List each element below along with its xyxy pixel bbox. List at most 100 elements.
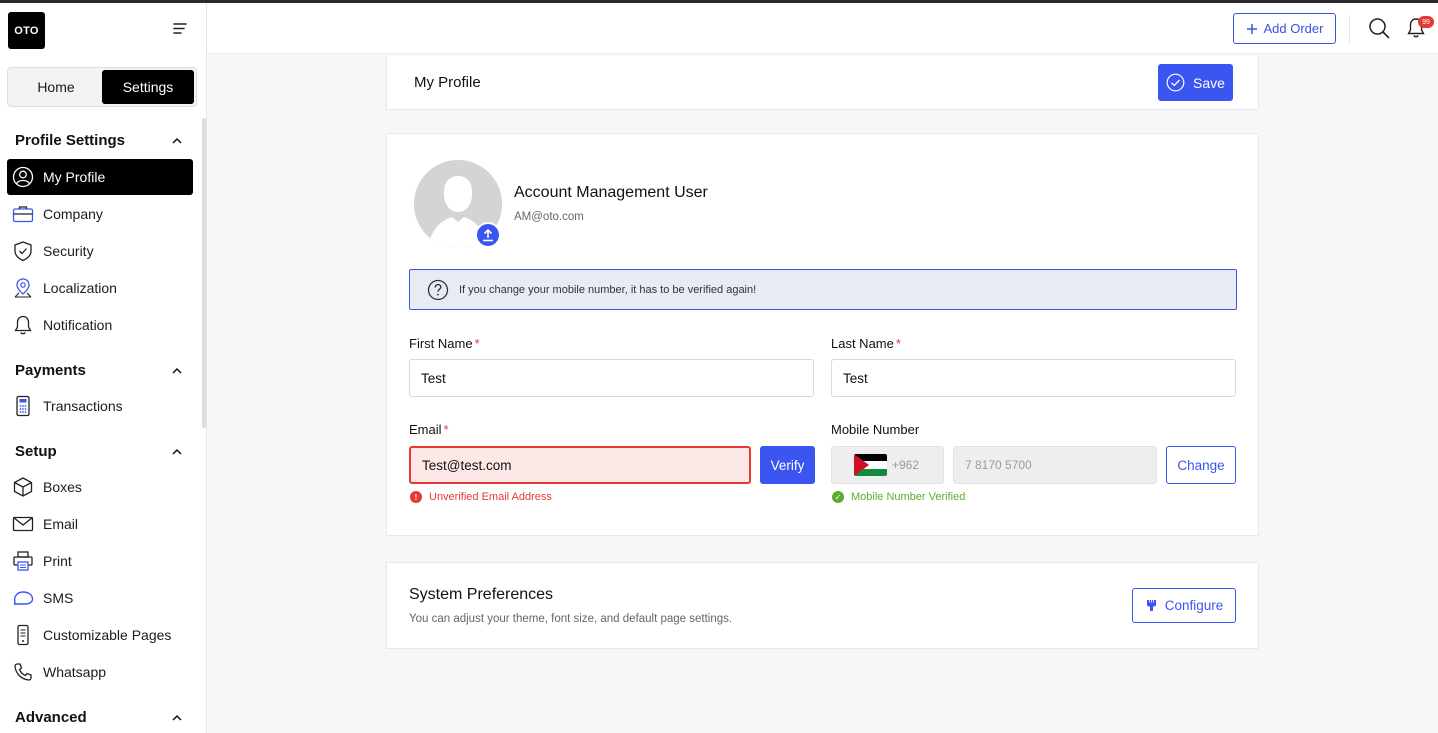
sidebar-item-label: SMS (43, 590, 74, 606)
configure-button[interactable]: Configure (1132, 588, 1236, 623)
country-code-select[interactable]: +962 (831, 446, 944, 484)
sidebar-item-localization[interactable]: Localization (7, 270, 193, 306)
mobile-change-notice: If you change your mobile number, it has… (409, 269, 1237, 310)
add-order-button[interactable]: Add Order (1233, 13, 1336, 44)
section-title: Advanced (15, 709, 87, 726)
notification-count-badge: 99 (1418, 16, 1434, 28)
email-status-text: Unverified Email Address (429, 491, 552, 503)
upload-photo-button[interactable] (475, 222, 501, 248)
divider (1349, 15, 1350, 43)
mail-icon (11, 512, 35, 536)
palette-icon (1146, 600, 1156, 612)
chevron-up-icon (172, 137, 182, 144)
plus-icon (1246, 23, 1257, 34)
bell-icon (11, 313, 35, 337)
user-email: AM@oto.com (514, 211, 584, 223)
save-button[interactable]: Save (1158, 64, 1233, 101)
sidebar-item-company[interactable]: Company (7, 196, 193, 232)
section-payments[interactable]: Payments (15, 362, 183, 379)
sidebar-item-label: Email (43, 516, 79, 532)
chevron-up-icon (172, 448, 182, 455)
sidebar-item-email[interactable]: Email (7, 506, 193, 542)
top-bar: Add Order 99 (207, 3, 1438, 54)
profile-header-card: My Profile Save (386, 56, 1259, 110)
notice-text: If you change your mobile number, it has… (459, 283, 757, 296)
home-settings-switch: Home Settings (7, 67, 197, 107)
section-title: Payments (15, 362, 86, 379)
sidebar-item-label: Security (43, 243, 94, 259)
required-mark: * (443, 422, 449, 437)
briefcase-icon (11, 202, 35, 226)
email-label: Email * (409, 422, 449, 437)
sidebar-item-my-profile[interactable]: My Profile (7, 159, 193, 195)
sidebar-item-whatsapp[interactable]: Whatsapp (7, 654, 193, 690)
whatsapp-icon (11, 660, 35, 684)
sidebar-item-label: Boxes (43, 479, 82, 495)
sidebar-item-label: Transactions (43, 398, 123, 414)
sidebar-item-boxes[interactable]: Boxes (7, 469, 193, 505)
sidebar-item-print[interactable]: Print (7, 543, 193, 579)
check-icon: ✓ (832, 491, 844, 503)
mobile-number-field[interactable]: 7 8170 5700 (953, 446, 1157, 484)
phone-icon (11, 623, 35, 647)
map-pin-icon (11, 276, 35, 300)
preferences-title: System Preferences (409, 586, 554, 603)
question-circle-icon (427, 279, 449, 300)
sidebar-item-transactions[interactable]: Transactions (7, 388, 193, 424)
box-icon (11, 475, 35, 499)
shield-icon (11, 239, 35, 263)
email-status: ! Unverified Email Address (410, 491, 552, 503)
first-name-field[interactable]: Test (409, 359, 814, 397)
sms-icon (11, 586, 35, 610)
add-order-label: Add Order (1263, 21, 1324, 36)
mobile-status-text: Mobile Number Verified (851, 491, 966, 503)
oto-logo[interactable]: OTO (8, 12, 45, 49)
printer-icon (11, 549, 35, 573)
system-preferences-card: System Preferences You can adjust your t… (386, 562, 1259, 649)
section-setup[interactable]: Setup (15, 443, 183, 460)
sidebar-item-label: Notification (43, 317, 113, 333)
label-text: Email (409, 422, 442, 437)
sidebar-item-label: Whatsapp (43, 664, 107, 680)
error-icon: ! (410, 491, 422, 503)
page-title: My Profile (414, 74, 481, 91)
label-text: Last Name (831, 336, 894, 351)
email-field[interactable]: Test@test.com (409, 446, 751, 484)
user-circle-icon (11, 165, 35, 189)
section-advanced[interactable]: Advanced (15, 709, 183, 726)
label-text: First Name (409, 336, 473, 351)
chevron-up-icon (172, 367, 182, 374)
sidebar-item-label: Print (43, 553, 72, 569)
configure-label: Configure (1164, 598, 1224, 613)
sidebar-item-label: Localization (43, 280, 117, 296)
section-profile-settings[interactable]: Profile Settings (15, 132, 183, 149)
jordan-flag-icon (854, 454, 887, 476)
change-mobile-button[interactable]: Change (1166, 446, 1236, 484)
chevron-up-icon (172, 714, 182, 721)
user-name: Account Management User (514, 184, 708, 201)
preferences-subtitle: You can adjust your theme, font size, an… (409, 613, 733, 625)
profile-details-card: Account Management User AM@oto.com If yo… (386, 133, 1259, 536)
upload-icon (483, 228, 493, 242)
sidebar: OTO Home Settings Profile Settings My Pr… (0, 3, 207, 733)
section-title: Setup (15, 443, 57, 460)
sidebar-scrollbar[interactable] (202, 118, 206, 428)
sidebar-item-security[interactable]: Security (7, 233, 193, 269)
tab-settings[interactable]: Settings (102, 70, 194, 104)
sidebar-item-sms[interactable]: SMS (7, 580, 193, 616)
sidebar-item-label: My Profile (43, 169, 106, 185)
last-name-label: Last Name * (831, 336, 901, 351)
last-name-field[interactable]: Test (831, 359, 1236, 397)
section-title: Profile Settings (15, 132, 126, 149)
country-code: +962 (892, 458, 920, 472)
verify-email-button[interactable]: Verify (760, 446, 815, 484)
collapse-menu-icon[interactable] (170, 19, 190, 39)
sidebar-item-label: Company (43, 206, 103, 222)
tab-home[interactable]: Home (10, 70, 102, 104)
sidebar-item-notification[interactable]: Notification (7, 307, 193, 343)
calculator-icon (11, 394, 35, 418)
sidebar-item-customizable-pages[interactable]: Customizable Pages (7, 617, 193, 653)
check-circle-icon (1166, 73, 1185, 92)
search-icon[interactable] (1368, 17, 1390, 39)
mobile-status: ✓ Mobile Number Verified (832, 491, 965, 503)
